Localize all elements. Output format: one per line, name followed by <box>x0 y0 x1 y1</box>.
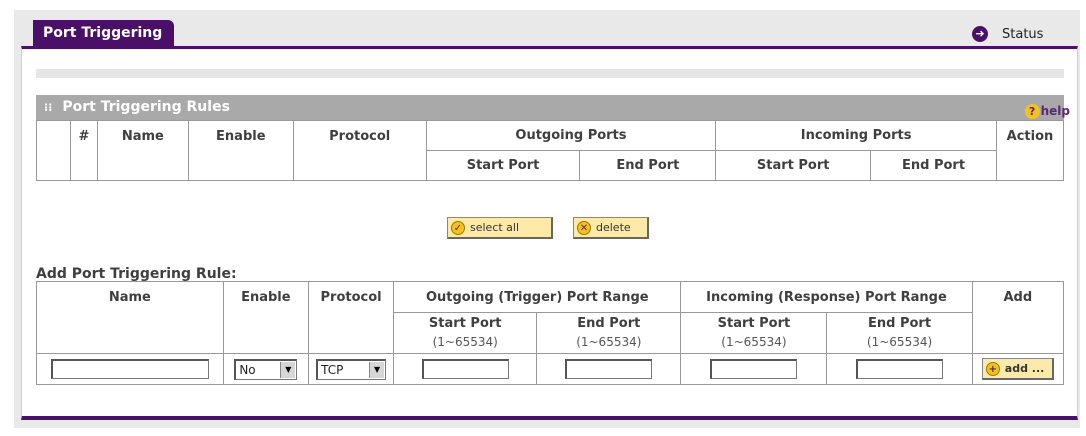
end-port-label: End Port <box>577 316 641 331</box>
add-label: add ... <box>1004 362 1045 375</box>
add-button-cell: + add ... <box>971 353 1065 385</box>
delete-button[interactable]: ✕ delete <box>573 217 649 239</box>
add-header-outgoing-range: Outgoing (Trigger) Port Range <box>393 281 682 313</box>
column-header-protocol: Protocol <box>292 120 427 181</box>
column-header-outgoing-ports: Outgoing Ports <box>425 120 717 151</box>
column-header-action: Action <box>995 120 1065 181</box>
add-rule-title: Add Port Triggering Rule: <box>36 266 237 282</box>
delete-x-icon: ✕ <box>577 220 591 235</box>
select-all-label: select all <box>470 221 520 234</box>
protocol-select[interactable]: TCP ▼ <box>316 358 387 380</box>
dropdown-arrow-icon: ▼ <box>369 361 385 378</box>
enable-select-cell: No ▼ <box>222 353 309 385</box>
name-input[interactable] <box>50 359 209 379</box>
protocol-select-value: TCP <box>321 362 344 377</box>
section-title: Port Triggering Rules <box>62 99 230 115</box>
column-header-incoming-start-port: Start Port <box>715 150 872 181</box>
column-header-outgoing-end-port: End Port <box>579 150 717 181</box>
arrow-right-icon: ➜ <box>972 26 988 42</box>
column-header-outgoing-start-port: Start Port <box>425 150 581 181</box>
dropdown-arrow-icon: ▼ <box>280 361 296 378</box>
add-header-name: Name <box>36 281 224 354</box>
column-header-name: Name <box>96 120 189 181</box>
add-header-outgoing-end: End Port (1~65534) <box>536 312 682 354</box>
start-port-label: Start Port <box>428 316 502 331</box>
incoming-end-cell <box>826 353 973 385</box>
name-input-cell <box>36 353 224 385</box>
add-header-incoming-start: Start Port (1~65534) <box>680 312 828 354</box>
column-header-incoming-ports: Incoming Ports <box>715 120 997 151</box>
port-range-hint: (1~65534) <box>721 335 787 349</box>
plus-icon: + <box>985 361 1000 376</box>
outgoing-end-cell <box>536 353 682 385</box>
add-header-add: Add <box>971 281 1065 354</box>
column-header-enable: Enable <box>187 120 294 181</box>
incoming-start-cell <box>680 353 828 385</box>
column-header-incoming-end-port: End Port <box>870 150 997 181</box>
outgoing-start-cell <box>393 353 538 385</box>
status-link[interactable]: ➜ Status <box>972 26 1043 42</box>
incoming-start-port-input[interactable] <box>710 359 798 379</box>
add-button[interactable]: + add ... <box>981 358 1054 380</box>
add-header-incoming-range: Incoming (Response) Port Range <box>680 281 973 313</box>
start-port-label: Start Port <box>717 316 791 331</box>
check-icon: ✓ <box>451 220 465 235</box>
help-question-icon: ? <box>1024 104 1040 119</box>
select-column-header <box>36 120 71 181</box>
port-range-hint: (1~65534) <box>576 335 642 349</box>
end-port-label: End Port <box>868 316 932 331</box>
add-header-enable: Enable <box>222 281 309 354</box>
tab-port-triggering[interactable]: Port Triggering <box>33 20 175 47</box>
grip-icon: ⁝⁝ <box>44 101 53 114</box>
port-range-hint: (1~65534) <box>432 335 498 349</box>
column-header-num: # <box>69 120 98 181</box>
add-header-protocol: Protocol <box>307 281 395 354</box>
delete-label: delete <box>596 221 631 234</box>
port-range-hint: (1~65534) <box>866 335 933 349</box>
enable-select[interactable]: No ▼ <box>234 358 298 380</box>
add-port-triggering-rule-table: Name Enable Protocol Outgoing (Trigger) … <box>36 281 1065 385</box>
add-header-incoming-end: End Port (1~65534) <box>826 312 973 354</box>
status-label[interactable]: Status <box>1002 27 1043 42</box>
enable-select-value: No <box>239 362 256 377</box>
select-all-button[interactable]: ✓ select all <box>447 217 553 239</box>
incoming-end-port-input[interactable] <box>856 359 944 379</box>
outgoing-end-port-input[interactable] <box>565 359 653 379</box>
section-header-bar: ⁝⁝ Port Triggering Rules ? help <box>36 95 1070 120</box>
top-divider-bar <box>36 69 1064 78</box>
outgoing-start-port-input[interactable] <box>421 359 509 379</box>
add-header-outgoing-start: Start Port (1~65534) <box>393 312 538 354</box>
protocol-select-cell: TCP ▼ <box>307 353 395 385</box>
main-panel: ⁝⁝ Port Triggering Rules ? help # Name En… <box>21 46 1078 420</box>
port-triggering-rules-table: # Name Enable Protocol Outgoing Ports In… <box>36 120 1065 181</box>
